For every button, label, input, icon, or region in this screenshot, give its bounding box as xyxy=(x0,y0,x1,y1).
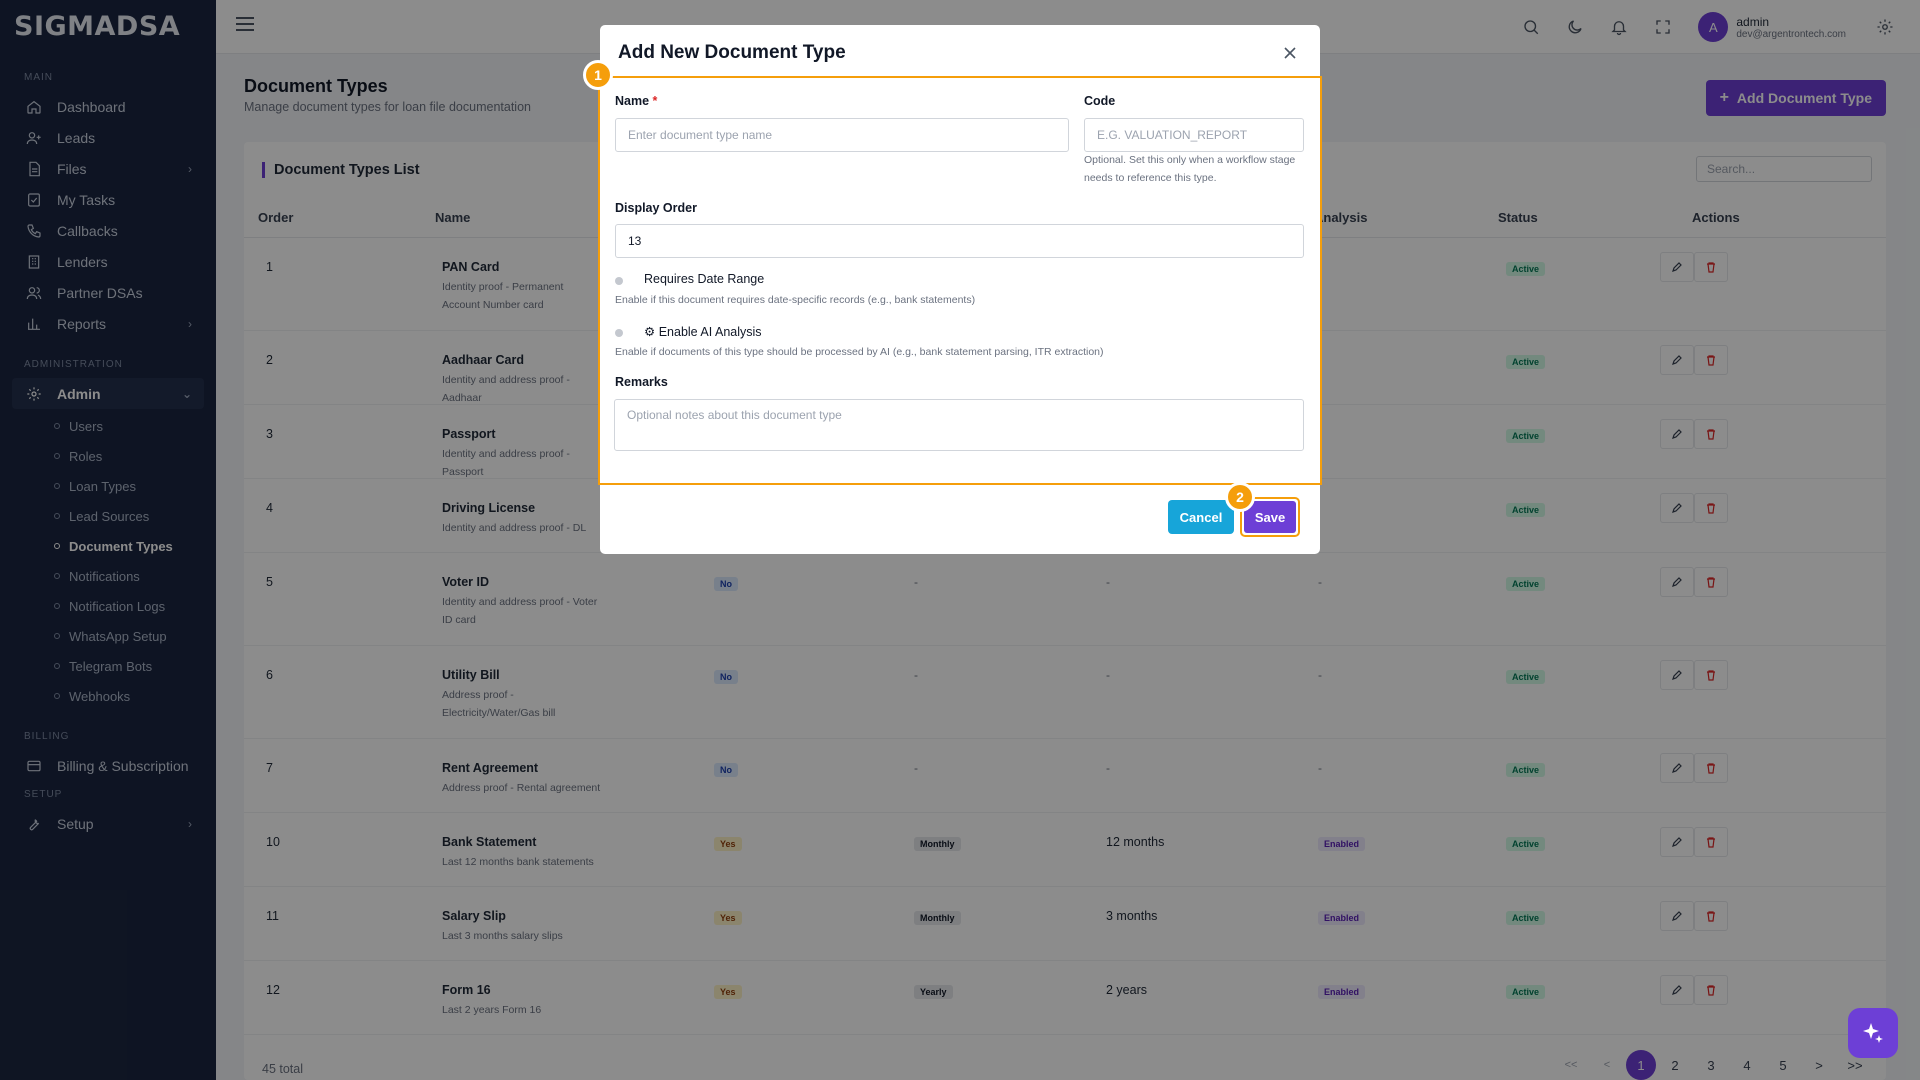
display-order-label: Display Order xyxy=(615,201,697,215)
requires-date-range-toggle[interactable] xyxy=(615,276,637,286)
required-marker: * xyxy=(652,94,658,108)
enable-ai-analysis-label[interactable]: ⚙ Enable AI Analysis xyxy=(644,324,762,339)
close-icon[interactable] xyxy=(1282,45,1298,61)
modal-title: Add New Document Type xyxy=(618,42,846,63)
ai-chip-icon: ⚙ xyxy=(644,325,656,339)
sparkle-icon xyxy=(1863,1023,1883,1043)
code-help-text: Optional. Set this only when a workflow … xyxy=(1084,154,1296,184)
name-label-text: Name xyxy=(615,94,650,108)
step-marker-1: 1 xyxy=(583,60,613,90)
name-label: Name * xyxy=(615,94,657,108)
display-order-input[interactable]: 13 xyxy=(615,224,1304,258)
remarks-textarea[interactable]: Optional notes about this document type xyxy=(614,399,1304,451)
enable-ai-analysis-toggle[interactable] xyxy=(615,328,637,338)
code-input[interactable]: E.G. VALUATION_REPORT xyxy=(1084,118,1304,152)
remarks-label: Remarks xyxy=(615,375,668,389)
add-document-type-modal: Add New Document Type 1 Name * Enter doc… xyxy=(583,25,1322,554)
date-range-help-text: Enable if this document requires date-sp… xyxy=(615,294,976,306)
name-input[interactable]: Enter document type name xyxy=(615,118,1069,152)
ai-help-text: Enable if documents of this type should … xyxy=(615,346,1104,358)
requires-date-range-label[interactable]: Requires Date Range xyxy=(644,272,764,286)
code-label: Code xyxy=(1084,94,1116,108)
step-marker-2: 2 xyxy=(1225,482,1255,512)
cancel-button[interactable]: Cancel xyxy=(1168,500,1234,534)
ai-label-text: Enable AI Analysis xyxy=(658,325,762,339)
ai-assistant-button[interactable] xyxy=(1848,1008,1898,1058)
